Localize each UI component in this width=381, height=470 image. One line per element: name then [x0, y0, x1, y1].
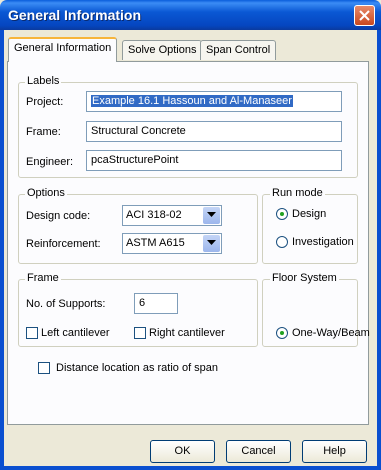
chevron-down-icon [207, 212, 216, 217]
engineer-label: Engineer: [26, 156, 74, 168]
tab-label: General Information [14, 42, 112, 54]
help-button[interactable]: Help [302, 440, 367, 463]
chevron-down-icon [207, 240, 216, 245]
cancel-button[interactable]: Cancel [226, 440, 291, 463]
distance-ratio-checkbox[interactable] [38, 362, 50, 374]
design-radio-label[interactable]: Design [292, 208, 326, 220]
window-border-bottom [0, 466, 381, 470]
close-icon [359, 10, 370, 21]
engineer-field[interactable]: pcaStructurePoint [86, 150, 342, 171]
window-border-left [0, 30, 4, 470]
frame-value: Structural Concrete [91, 125, 186, 137]
tab-general-information[interactable]: General Information [8, 37, 118, 62]
floor-system-legend: Floor System [270, 272, 339, 284]
design-code-value: ACI 318-02 [126, 209, 182, 221]
dropdown-button[interactable] [203, 235, 220, 252]
options-group-legend: Options [25, 187, 67, 199]
run-mode-legend: Run mode [270, 187, 325, 199]
project-label: Project: [26, 96, 64, 108]
tab-label: Span Control [206, 44, 271, 56]
ok-button[interactable]: OK [150, 440, 215, 463]
right-cantilever-checkbox[interactable] [134, 327, 146, 339]
supports-label: No. of Supports: [26, 298, 106, 310]
run-mode-group [262, 194, 358, 264]
reinforcement-select[interactable]: ASTM A615 [122, 233, 222, 254]
distance-ratio-label[interactable]: Distance location as ratio of span [56, 362, 218, 374]
radio-selected-dot [280, 212, 284, 216]
left-cantilever-checkbox[interactable] [26, 327, 38, 339]
one-way-beam-radio[interactable] [276, 327, 288, 339]
reinforcement-value: ASTM A615 [126, 237, 185, 249]
investigation-radio[interactable] [276, 236, 288, 248]
tab-span-control[interactable]: Span Control [200, 40, 277, 60]
help-label: Help [323, 445, 346, 457]
frame-field[interactable]: Structural Concrete [86, 121, 342, 142]
design-code-select[interactable]: ACI 318-02 [122, 205, 222, 226]
left-cantilever-label[interactable]: Left cantilever [41, 327, 109, 339]
title-bar[interactable]: General Information [0, 0, 381, 30]
tab-solve-options[interactable]: Solve Options [122, 40, 203, 60]
dropdown-button[interactable] [203, 207, 220, 224]
window-border-right [377, 30, 381, 470]
supports-field[interactable]: 6 [134, 293, 178, 314]
frame-group-legend: Frame [25, 272, 61, 284]
design-code-label: Design code: [26, 210, 91, 222]
close-button[interactable] [354, 5, 375, 26]
design-radio[interactable] [276, 208, 288, 220]
engineer-value: pcaStructurePoint [91, 154, 179, 166]
project-value: Example 16.1 Hassoun and Al-Manaseer [91, 95, 293, 107]
labels-group-legend: Labels [25, 75, 62, 87]
investigation-radio-label[interactable]: Investigation [292, 236, 354, 248]
project-field[interactable]: Example 16.1 Hassoun and Al-Manaseer [86, 91, 342, 112]
ok-label: OK [174, 445, 191, 457]
right-cantilever-label[interactable]: Right cantilever [149, 327, 225, 339]
supports-value: 6 [139, 297, 146, 309]
frame-label: Frame: [26, 126, 61, 138]
one-way-beam-label[interactable]: One-Way/Beam [292, 327, 370, 339]
reinforcement-label: Reinforcement: [26, 238, 101, 250]
cancel-label: Cancel [241, 445, 276, 457]
tab-label: Solve Options [128, 44, 197, 56]
window-title: General Information [8, 7, 142, 23]
radio-selected-dot [280, 331, 284, 335]
